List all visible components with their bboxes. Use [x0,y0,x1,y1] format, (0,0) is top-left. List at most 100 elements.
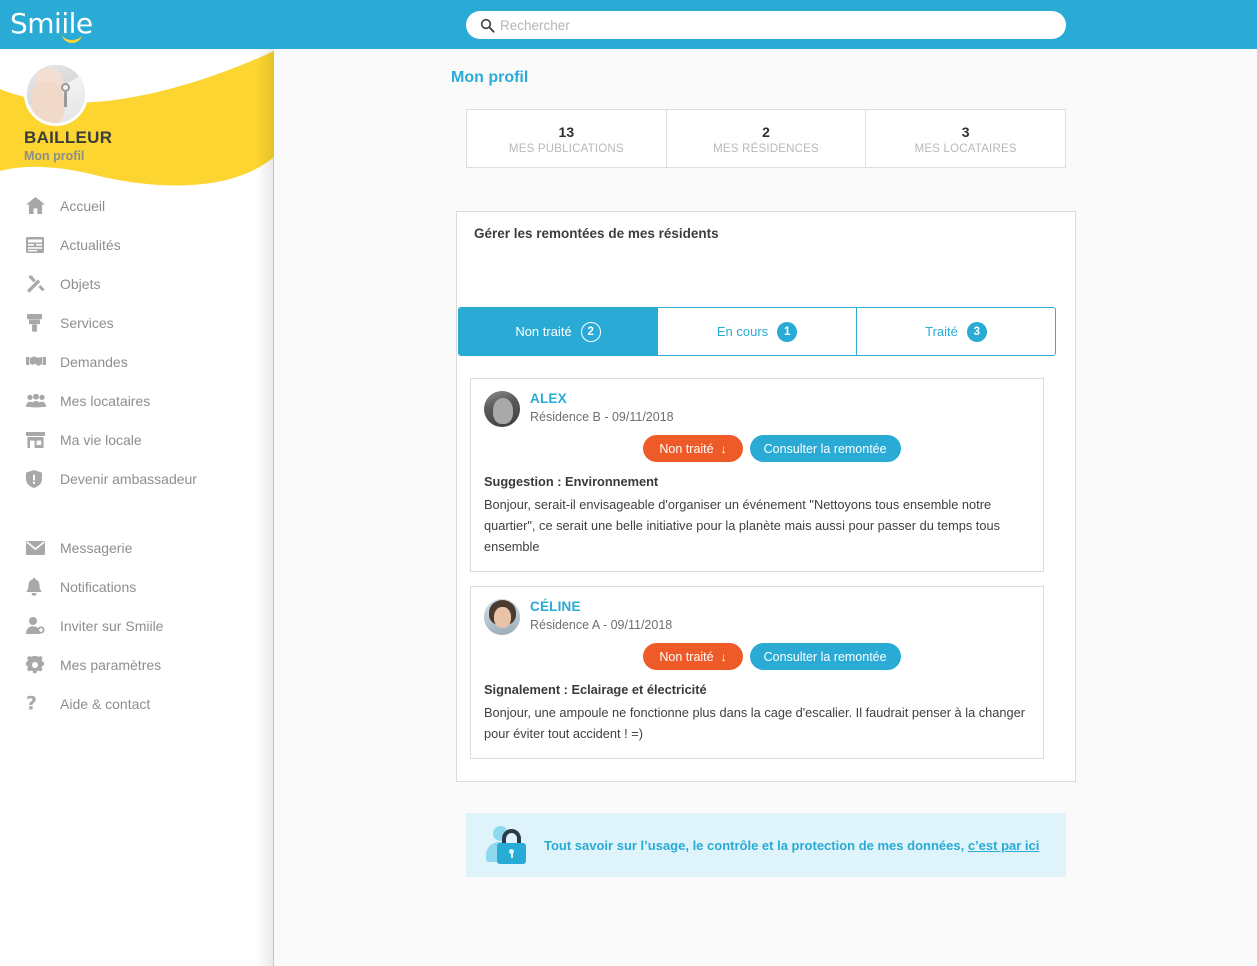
sidebar-group-separator [0,498,274,528]
privacy-link[interactable]: c’est par ici [968,838,1040,853]
sidebar-item-label: Accueil [60,197,106,214]
sidebar-item-label: Devenir ambassadeur [60,470,197,487]
report-author[interactable]: CÉLINE [530,599,672,615]
gear-icon [26,654,54,676]
consult-button[interactable]: Consulter la remontée [749,435,901,462]
tab-count-badge: 3 [966,321,987,342]
report-body: Bonjour, une ampoule ne fonctionne plus … [484,705,1025,741]
sidebar-item-objets[interactable]: Objets [0,264,274,303]
bell-icon [26,576,54,598]
profile-name: BAILLEUR [24,128,113,147]
handshake-icon [26,351,54,373]
report-list: ALEX Résidence B - 09/11/2018 Non traité… [470,378,1044,773]
tab-non-traite[interactable]: Non traité 2 [459,308,658,355]
avatar-face-detail [493,398,513,424]
sidebar-item-label: Messagerie [60,539,133,556]
report-card: ALEX Résidence B - 09/11/2018 Non traité… [470,378,1044,572]
lock-keyhole-shape [509,849,514,858]
svg-text:?: ? [26,694,37,713]
sidebar-item-services[interactable]: Services [0,303,274,342]
chevron-down-icon: ↓ [720,649,727,664]
paintbrush-icon [26,312,54,334]
stat-value: 2 [762,123,770,140]
avatar-key-detail [61,83,70,92]
tab-label: Non traité [515,324,572,339]
tools-icon [26,273,54,295]
privacy-message: Tout savoir sur l’usage, le contrôle et … [544,837,965,853]
tab-label: Traité [925,324,958,339]
app-logo[interactable]: Smiile [10,7,120,43]
stat-label: MES PUBLICATIONS [508,142,624,155]
privacy-banner: Tout savoir sur l’usage, le contrôle et … [466,813,1066,877]
news-icon [26,234,54,256]
avatar-hand-detail [31,81,65,123]
stat-label: MES RÉSIDENCES [713,142,819,155]
user-lock-icon [486,825,528,865]
status-button[interactable]: Non traité ↓ [643,643,743,670]
envelope-icon [26,537,54,559]
stat-label: MES LOCATAIRES [914,142,1017,155]
sidebar-item-demandes[interactable]: Demandes [0,342,274,381]
add-user-icon [26,615,54,637]
stat-locataires[interactable]: 3 MES LOCATAIRES [866,110,1065,167]
status-tabs: Non traité 2 En cours 1 Traité 3 [458,307,1056,356]
sidebar-item-mes-parametres[interactable]: Mes paramètres [0,645,274,684]
consult-button[interactable]: Consulter la remontée [749,643,901,670]
sidebar-item-ma-vie-locale[interactable]: Ma vie locale [0,420,274,459]
status-button-label: Non traité [659,441,714,456]
sidebar-item-label: Ma vie locale [60,431,142,448]
report-card: CÉLINE Résidence A - 09/11/2018 Non trai… [470,586,1044,759]
question-mark-icon: ? [26,693,54,715]
stat-publications[interactable]: 13 MES PUBLICATIONS [467,110,667,167]
shop-icon [26,429,54,451]
sidebar-item-inviter-sur-smiile[interactable]: Inviter sur Smiile [0,606,274,645]
report-author-block: CÉLINE Résidence A - 09/11/2018 [530,598,672,632]
sidebar-item-devenir-ambassadeur[interactable]: Devenir ambassadeur [0,459,274,498]
stat-value: 3 [961,123,970,140]
tab-count-badge: 1 [777,321,798,342]
sidebar-item-label: Notifications [60,578,137,595]
home-icon [26,195,54,217]
logo-smile-icon [62,34,82,43]
profile-stats: 13 MES PUBLICATIONS 2 MES RÉSIDENCES 3 M… [466,109,1066,168]
report-actions: Non traité ↓ Consulter la remontée [484,643,1030,670]
privacy-text: Tout savoir sur l’usage, le contrôle et … [544,838,1039,853]
sidebar-item-label: Mes paramètres [60,656,162,673]
report-author[interactable]: ALEX [530,391,674,407]
avatar[interactable] [24,62,88,126]
sidebar-nav: Accueil Actualités Objets Services Deman… [0,186,274,723]
sidebar: BAILLEUR Mon profil Accueil Actualités O… [0,49,274,966]
chevron-down-icon: ↓ [720,441,727,456]
panel-title: Gérer les remontées de mes résidents [474,226,719,241]
avatar[interactable] [484,391,520,427]
sidebar-item-label: Objets [60,275,101,292]
sidebar-item-label: Demandes [60,353,128,370]
sidebar-item-aide-contact[interactable]: ? Aide & contact [0,684,274,723]
sidebar-item-label: Actualités [60,236,121,253]
search-bar[interactable] [466,11,1066,39]
avatar[interactable] [484,599,520,635]
search-input[interactable] [500,12,1066,38]
avatar-face-detail [494,607,511,628]
search-icon [474,18,500,33]
report-subject: Signalement : Eclairage et électricité [484,682,707,697]
sidebar-item-label: Inviter sur Smiile [60,617,164,634]
report-meta: Résidence B - 09/11/2018 [530,410,674,424]
sidebar-item-mes-locataires[interactable]: Mes locataires [0,381,274,420]
sidebar-item-messagerie[interactable]: Messagerie [0,528,274,567]
sidebar-item-accueil[interactable]: Accueil [0,186,274,225]
report-body: Bonjour, serait-il envisageable d'organi… [484,497,1000,554]
stat-residences[interactable]: 2 MES RÉSIDENCES [667,110,867,167]
tab-en-cours[interactable]: En cours 1 [658,308,857,355]
profile-subtitle: Mon profil [24,149,85,163]
report-header: ALEX Résidence B - 09/11/2018 [484,390,1030,427]
status-button[interactable]: Non traité ↓ [643,435,743,462]
tab-traite[interactable]: Traité 3 [857,308,1055,355]
shield-icon [26,468,54,490]
sidebar-item-actualites[interactable]: Actualités [0,225,274,264]
status-button-label: Non traité [659,649,714,664]
tab-count-badge: 2 [580,321,601,342]
sidebar-item-notifications[interactable]: Notifications [0,567,274,606]
reports-panel: Gérer les remontées de mes résidents Non… [456,211,1076,782]
report-author-block: ALEX Résidence B - 09/11/2018 [530,390,674,424]
